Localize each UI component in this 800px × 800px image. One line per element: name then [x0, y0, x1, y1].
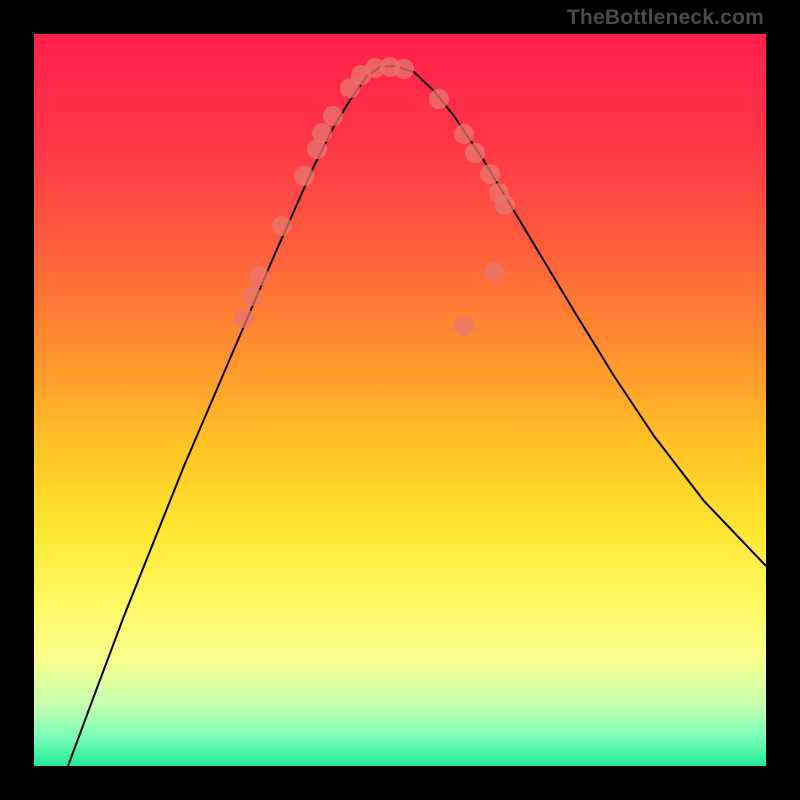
data-point-bottom-5 — [394, 59, 414, 79]
data-point-right-cluster-8 — [454, 316, 474, 336]
data-point-right-cluster-7 — [484, 262, 504, 282]
data-points — [234, 57, 515, 336]
watermark-text: TheBottleneck.com — [567, 6, 764, 30]
data-point-right-cluster-3 — [465, 143, 485, 163]
data-point-right-cluster-2 — [454, 124, 474, 144]
data-point-left-cluster-3 — [249, 266, 269, 286]
plot-area — [34, 34, 766, 766]
data-point-left-cluster-8 — [323, 106, 343, 126]
data-point-left-cluster-1 — [234, 308, 254, 328]
data-point-left-cluster-5 — [294, 166, 314, 186]
data-point-right-cluster-6 — [495, 195, 515, 215]
data-point-right-cluster-1 — [429, 89, 449, 109]
data-point-left-cluster-7 — [312, 123, 332, 143]
data-point-left-cluster-2 — [242, 286, 262, 306]
data-point-left-cluster-4 — [272, 216, 292, 236]
chart-frame: TheBottleneck.com — [0, 0, 800, 800]
chart-svg — [34, 34, 766, 766]
bottleneck-curve — [68, 66, 766, 766]
data-point-right-cluster-4 — [480, 164, 500, 184]
